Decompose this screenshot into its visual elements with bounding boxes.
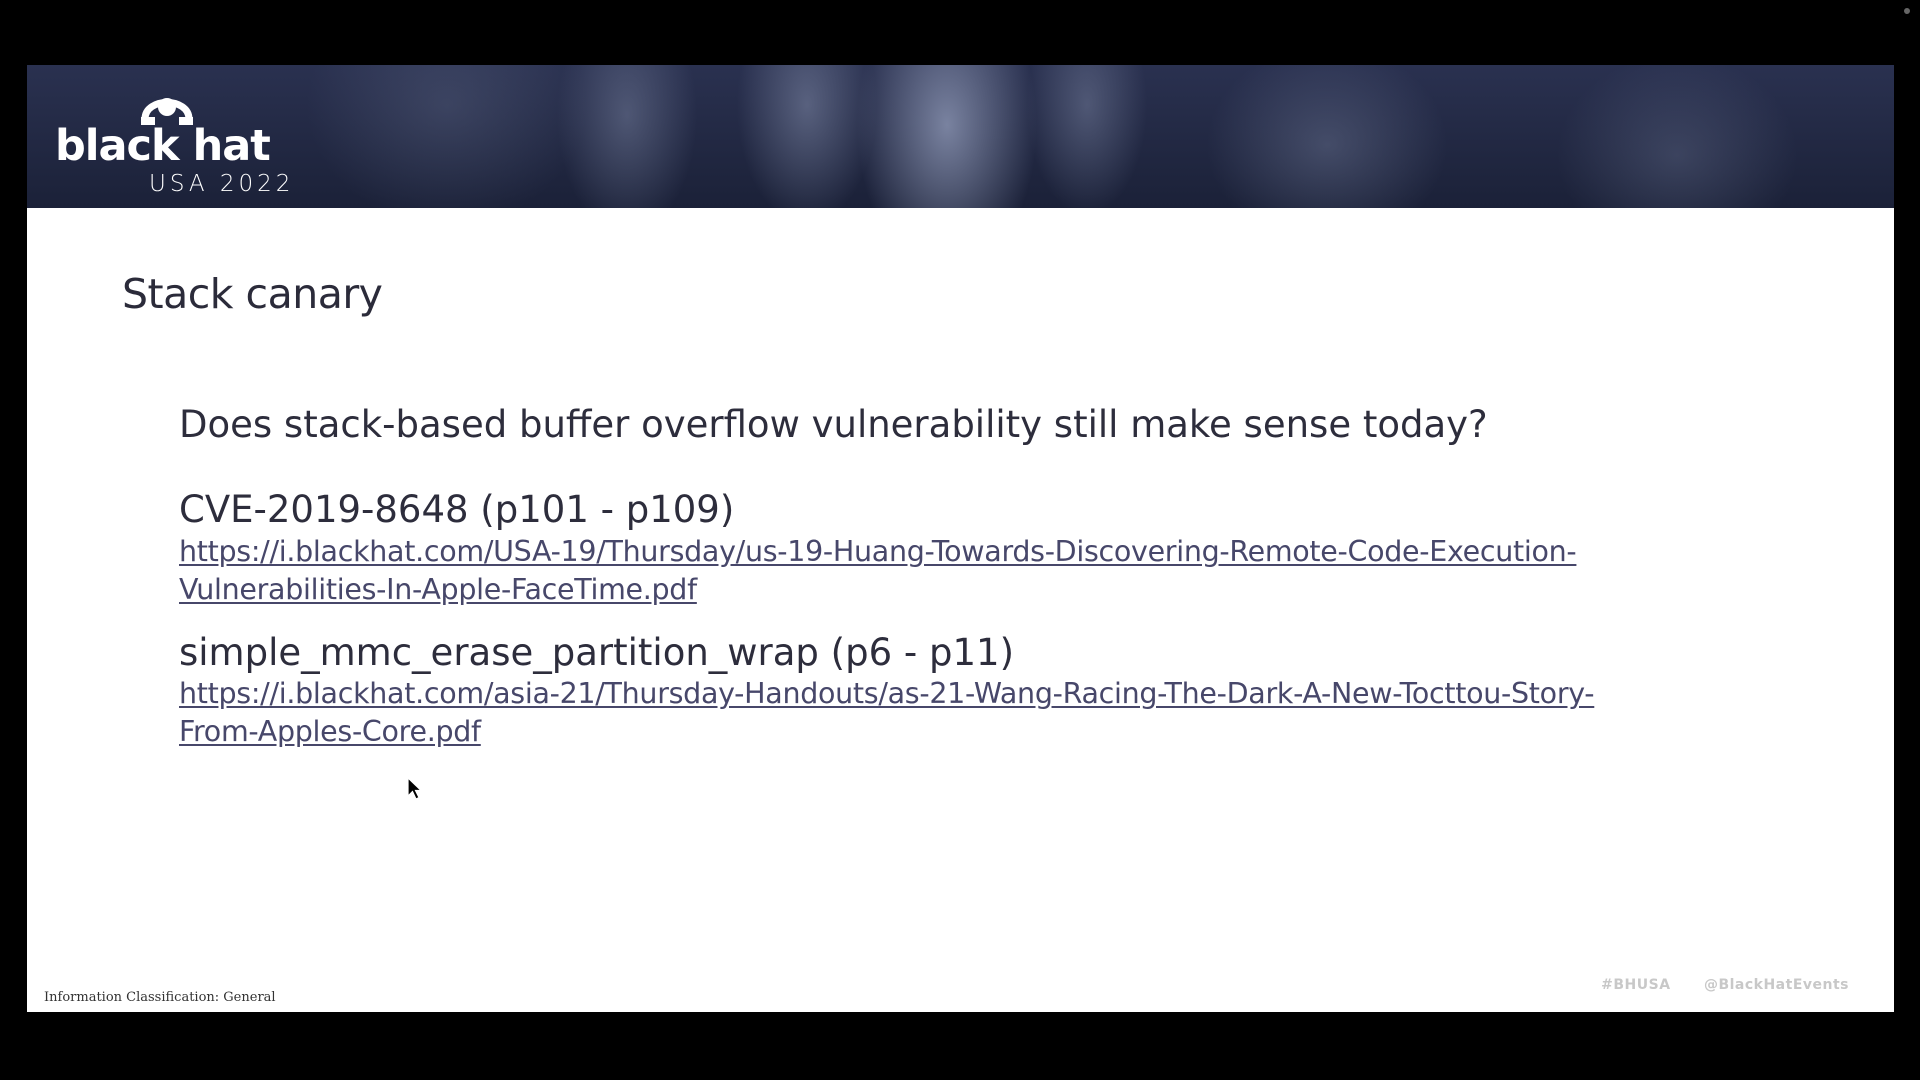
slide-content: Does stack-based buffer overflow vulnera… [179, 403, 1819, 751]
reference-item: CVE-2019-8648 (p101 - p109) https://i.bl… [179, 488, 1819, 608]
slide: black hat USA 2022 Stack canary Does sta… [27, 65, 1894, 1012]
screen: black hat USA 2022 Stack canary Does sta… [0, 0, 1920, 1080]
reference-title: simple_mmc_erase_partition_wrap (p6 - p1… [179, 630, 1015, 674]
classification-label: Information Classification: General [44, 990, 276, 1005]
black-hat-logo: black hat USA 2022 [55, 87, 335, 197]
reference-link-line-2[interactable]: Vulnerabilities-In-Apple-FaceTime.pdf [179, 571, 1819, 609]
mouse-cursor-icon [407, 777, 423, 800]
logo-subtitle: USA 2022 [149, 171, 295, 197]
hashtag-text: #BHUSA [1601, 977, 1671, 993]
slide-banner: black hat USA 2022 [27, 65, 1894, 208]
footer-tags: #BHUSA @BlackHatEvents [1587, 977, 1849, 993]
reference-title: CVE-2019-8648 (p101 - p109) [179, 488, 735, 532]
logo-wordmark: black hat [55, 121, 271, 171]
handle-text: @BlackHatEvents [1703, 977, 1849, 993]
reference-link-line-1[interactable]: https://i.blackhat.com/USA-19/Thursday/u… [179, 533, 1819, 571]
slide-title: Stack canary [122, 270, 383, 318]
question-text: Does stack-based buffer overflow vulnera… [179, 403, 1488, 446]
status-dot [1904, 8, 1910, 14]
reference-link-line-2[interactable]: From-Apples-Core.pdf [179, 713, 1819, 751]
reference-item: simple_mmc_erase_partition_wrap (p6 - p1… [179, 631, 1819, 751]
reference-link-line-1[interactable]: https://i.blackhat.com/asia-21/Thursday-… [179, 675, 1819, 713]
